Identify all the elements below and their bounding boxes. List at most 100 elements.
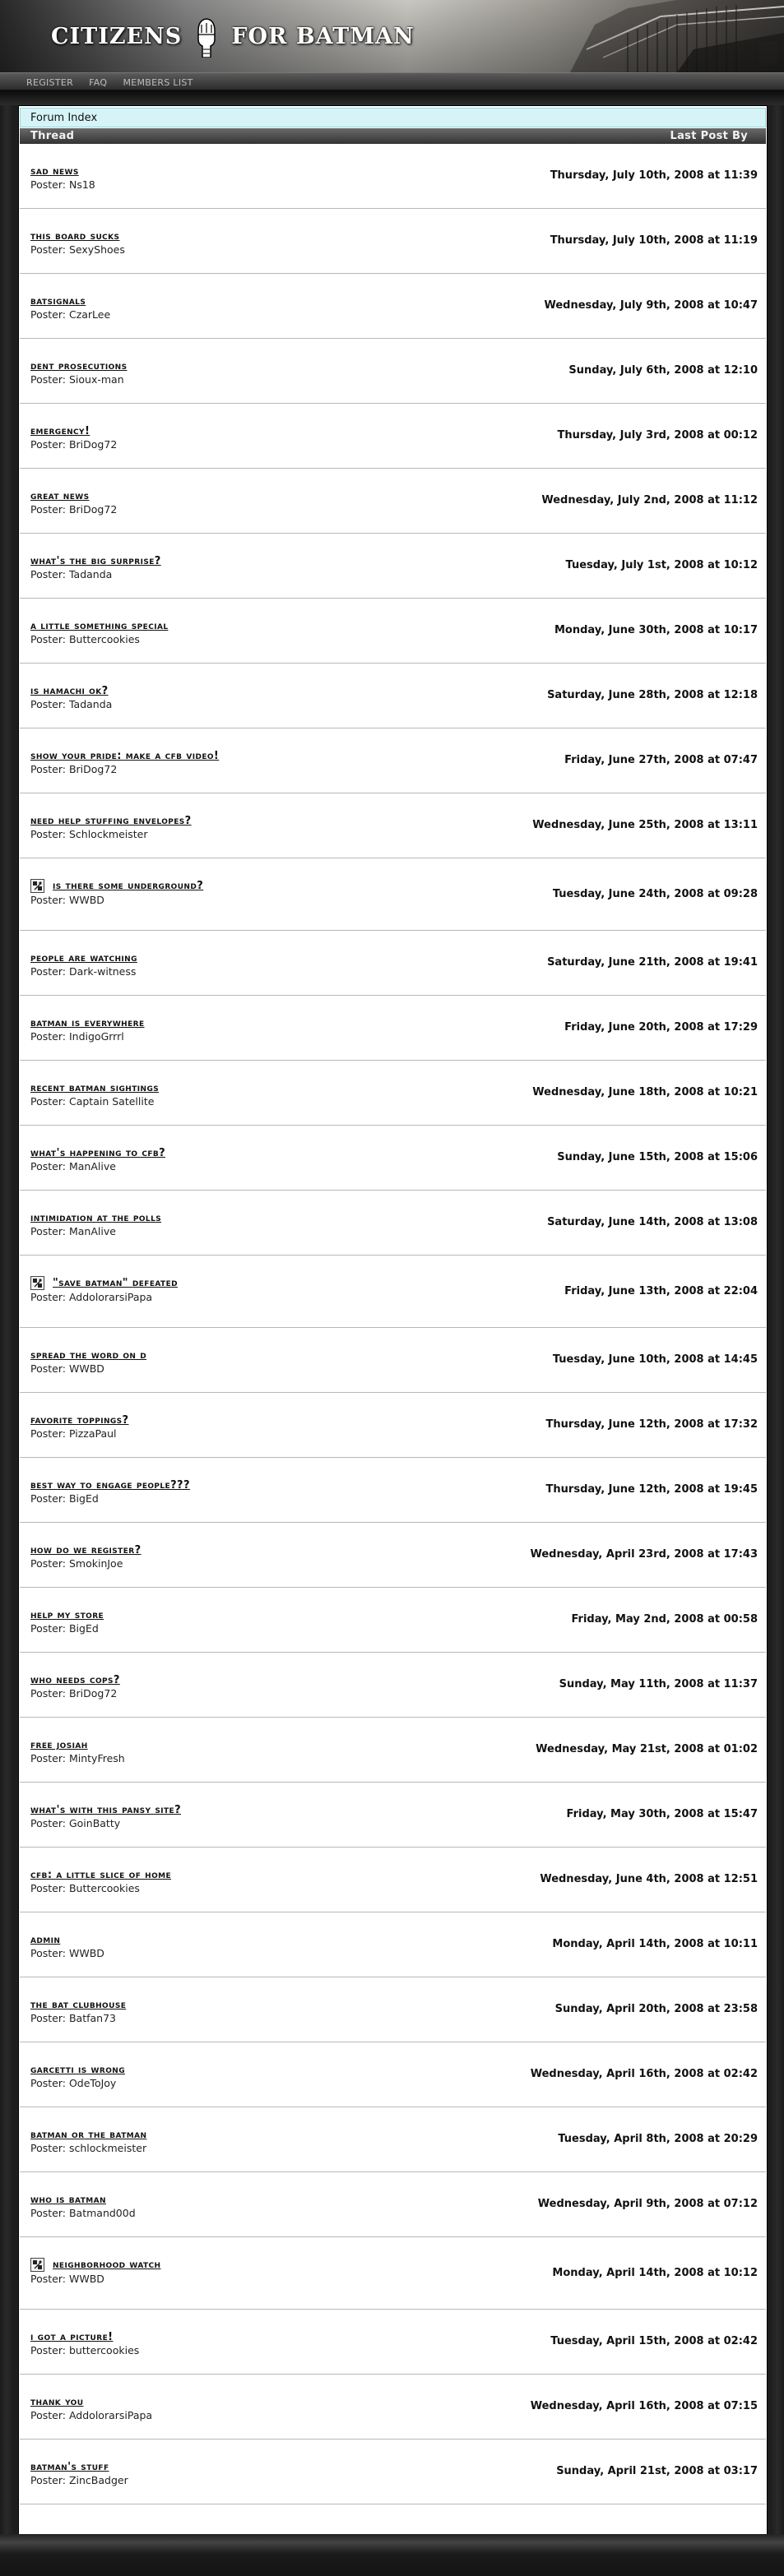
thread-poster: Poster: WWBD xyxy=(30,2273,161,2285)
poster-name: BigEd xyxy=(68,1622,99,1635)
thread-title-link[interactable]: SPREAD THE WORD ON D xyxy=(30,1349,146,1362)
thread-row: WHO IS BATMAN Poster: Batmand00d Wednesday… xyxy=(20,2172,766,2237)
thread-title-line: BATSIGNALS xyxy=(30,295,110,308)
thread-poster: Poster: BriDog72 xyxy=(30,1687,120,1700)
thread-last-post-date: Wednesday, June 25th, 2008 at 13:11 xyxy=(532,819,758,831)
thread-last-post-date: Monday, April 14th, 2008 at 10:12 xyxy=(552,2267,758,2279)
site-logo[interactable]: CITIZENS FOR BATMAN xyxy=(51,15,415,58)
thread-last-post-date: Friday, June 20th, 2008 at 17:29 xyxy=(564,1021,758,1034)
thread-title-link[interactable]: ADMIN xyxy=(30,1934,60,1946)
thread-last-post-date: Friday, May 2nd, 2008 at 00:58 xyxy=(571,1613,758,1626)
thread-title-line: WHAT'S WITH THIS PANSY SITE? xyxy=(30,1804,181,1816)
thread-title-line: FAVORITE TOPPINGS? xyxy=(30,1414,129,1427)
thread-title-line: RECENT BATMAN SIGHTINGS xyxy=(30,1082,159,1094)
thread-title-link[interactable]: I GOT A PICTURE! xyxy=(30,2331,113,2343)
thread-row: I GOT A PICTURE! Poster: buttercookies Tue… xyxy=(20,2310,766,2375)
thread-last-post-date: Sunday, April 21st, 2008 at 03:17 xyxy=(556,2465,758,2477)
thread-title-link[interactable]: BEST WAY TO ENGAGE PEOPLE??? xyxy=(30,1479,190,1491)
page-footer xyxy=(0,2534,784,2576)
sticky-thread-icon xyxy=(30,879,44,893)
thread-poster: Poster: Tadanda xyxy=(30,698,112,710)
thread-title-link[interactable]: THE BAT CLUBHOUSE xyxy=(30,1999,126,2011)
poster-label: Poster: xyxy=(30,2077,66,2089)
thread-title-line: A LITTLE SOMETHING SPECIAL xyxy=(30,620,168,632)
poster-label: Poster: xyxy=(30,1030,66,1043)
poster-label: Poster: xyxy=(30,2142,66,2154)
nav-members-list-link[interactable]: MEMBERS LIST xyxy=(123,77,193,88)
thread-title-link[interactable]: BATSIGNALS xyxy=(30,295,86,308)
nav-faq-link[interactable]: FAQ xyxy=(89,77,107,88)
thread-row: BATSIGNALS Poster: CzarLee Wednesday, July… xyxy=(20,274,766,339)
thread-title-link[interactable]: A LITTLE SOMETHING SPECIAL xyxy=(30,620,168,632)
thread-title-line: BATMAN IS EVERYWHERE xyxy=(30,1017,145,1029)
forum-index-breadcrumb[interactable]: Forum Index xyxy=(20,108,766,127)
thread-title-link[interactable]: GARCETTI IS WRONG xyxy=(30,2064,125,2076)
poster-label: Poster: xyxy=(30,1752,66,1764)
poster-name: Buttercookies xyxy=(68,633,140,645)
poster-name: Dark-witness xyxy=(68,965,137,978)
thread-title-link[interactable]: THANK YOU xyxy=(30,2396,83,2408)
thread-title-link[interactable]: NEED HELP STUFFING ENVELOPES? xyxy=(30,815,192,827)
thread-title-link[interactable]: "SAVE BATMAN" DEFEATED xyxy=(53,1277,178,1289)
poster-label: Poster: xyxy=(30,894,66,906)
thread-info: BATMAN'S STUFF Poster: ZincBadger xyxy=(30,2461,128,2486)
thread-title-link[interactable]: PEOPLE ARE WATCHING xyxy=(30,952,137,964)
thread-title-link[interactable]: RECENT BATMAN SIGHTINGS xyxy=(30,1082,159,1094)
thread-title-link[interactable]: SAD NEWS xyxy=(30,165,79,178)
thread-poster: Poster: WWBD xyxy=(30,894,203,906)
thread-poster: Poster: SexyShoes xyxy=(30,243,125,256)
thread-title-link[interactable]: CFB: A LITTLE SLICE OF HOME xyxy=(30,1869,171,1881)
thread-title-link[interactable]: INTIMIDATION AT THE POLLS xyxy=(30,1212,161,1224)
poster-name: MintyFresh xyxy=(68,1752,125,1764)
thread-last-post-date: Thursday, June 12th, 2008 at 17:32 xyxy=(545,1418,758,1431)
thread-title-link[interactable]: WHAT'S THE BIG SURPRISE? xyxy=(30,555,161,567)
poster-name: BriDog72 xyxy=(68,438,118,451)
poster-name: Tadanda xyxy=(68,698,113,710)
thread-last-post-date: Sunday, May 11th, 2008 at 11:37 xyxy=(559,1678,758,1690)
poster-name: Sioux-man xyxy=(68,373,124,386)
thread-info: WHO IS BATMAN Poster: Batmand00d xyxy=(30,2194,136,2219)
poster-label: Poster: xyxy=(30,1095,66,1108)
poster-label: Poster: xyxy=(30,1947,66,1959)
thread-title-link[interactable]: WHO NEEDS COPS? xyxy=(30,1674,120,1686)
thread-title-link[interactable]: WHAT'S HAPPENING TO CFB? xyxy=(30,1147,165,1159)
thread-title-link[interactable]: IS THERE SOME UNDERGROUND? xyxy=(53,880,203,892)
poster-name: buttercookies xyxy=(68,2344,140,2356)
thread-title-link[interactable]: GREAT NEWS xyxy=(30,490,90,502)
thread-poster: Poster: PizzaPaul xyxy=(30,1427,129,1440)
thread-title-link[interactable]: IS HAMACHI OK? xyxy=(30,685,109,697)
poster-name: Buttercookies xyxy=(68,1882,140,1894)
logo-word-citizens: CITIZENS xyxy=(51,23,183,49)
thread-title-link[interactable]: FAVORITE TOPPINGS? xyxy=(30,1414,129,1427)
thread-poster: Poster: Dark-witness xyxy=(30,965,137,978)
thread-title-link[interactable]: FREE JOSIAH xyxy=(30,1739,88,1751)
thread-info: PEOPLE ARE WATCHING Poster: Dark-witness xyxy=(30,952,137,978)
poster-name: AddolorarsiPapa xyxy=(68,2409,153,2421)
poster-label: Poster: xyxy=(30,1687,66,1700)
poster-label: Poster: xyxy=(30,178,66,191)
thread-last-post-date: Thursday, July 10th, 2008 at 11:19 xyxy=(550,234,758,247)
thread-info: BEST WAY TO ENGAGE PEOPLE??? Poster: BigE… xyxy=(30,1479,190,1505)
thread-title-link[interactable]: EMERGENCY! xyxy=(30,425,90,437)
thread-title-link[interactable]: HELP MY STORE xyxy=(30,1609,104,1621)
thread-title-link[interactable]: DENT PROSECUTIONS xyxy=(30,360,128,372)
thread-title-link[interactable]: BATMAN OR THE BATMAN xyxy=(30,2129,146,2141)
thread-info: SHOW YOUR PRIDE: MAKE A CFB VIDEO! Poster… xyxy=(30,750,219,775)
thread-title-link[interactable]: WHO IS BATMAN xyxy=(30,2194,106,2206)
poster-label: Poster: xyxy=(30,1160,66,1172)
thread-title-link[interactable]: WHAT'S WITH THIS PANSY SITE? xyxy=(30,1804,181,1816)
thread-title-link[interactable]: SHOW YOUR PRIDE: MAKE A CFB VIDEO! xyxy=(30,750,219,762)
poster-name: ZincBadger xyxy=(68,2474,128,2486)
thread-title-link[interactable]: THIS BOARD SUCKS xyxy=(30,230,119,243)
thread-title-link[interactable]: HOW DO WE REGISTER? xyxy=(30,1544,141,1556)
thread-last-post-date: Saturday, June 21th, 2008 at 19:41 xyxy=(547,956,758,969)
thread-row: A LITTLE SOMETHING SPECIAL Poster: Butter… xyxy=(20,599,766,664)
thread-title-link[interactable]: NEIGHBORHOOD WATCH xyxy=(53,2259,161,2271)
thread-info: RECENT BATMAN SIGHTINGS Poster: Captain S… xyxy=(30,1082,159,1108)
poster-name: BriDog72 xyxy=(68,763,118,775)
thread-title-link[interactable]: BATMAN'S STUFF xyxy=(30,2461,109,2473)
thread-title-link[interactable]: BATMAN IS EVERYWHERE xyxy=(30,1017,145,1029)
thread-info: INTIMIDATION AT THE POLLS Poster: ManAliv… xyxy=(30,1212,161,1237)
thread-row: GARCETTI IS WRONG Poster: OdeToJoy Wednesd… xyxy=(20,2042,766,2107)
nav-register-link[interactable]: REGISTER xyxy=(26,77,73,88)
